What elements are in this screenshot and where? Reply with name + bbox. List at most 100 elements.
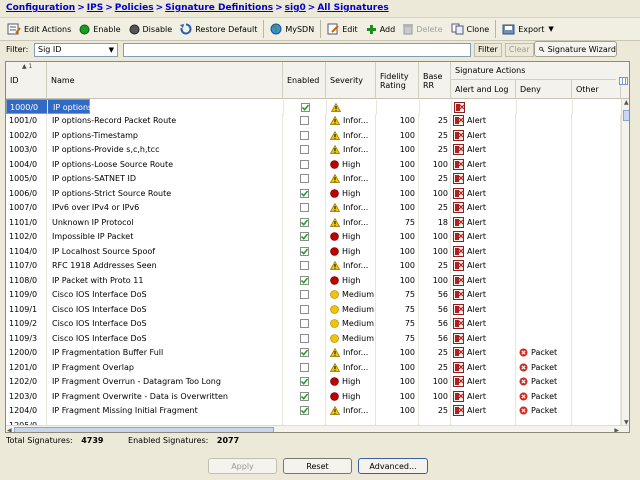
table-row[interactable]: 1000/0 IP options-Bad Option List Infor...… bbox=[6, 99, 573, 115]
column-enabled[interactable]: Enabled bbox=[283, 62, 326, 99]
horizontal-scroll-thumb[interactable] bbox=[14, 427, 274, 432]
enabled-checkbox[interactable] bbox=[299, 391, 309, 401]
enabled-checkbox[interactable] bbox=[299, 319, 309, 329]
column-base-rr[interactable]: Base RR bbox=[419, 62, 451, 99]
table-row[interactable]: 1200/0 IP Fragmentation Buffer Full Infor.… bbox=[6, 345, 621, 360]
table-row[interactable]: 1002/0 IP options-Timestamp Infor... 100 25 A… bbox=[6, 128, 621, 143]
breadcrumb-item[interactable]: IPS bbox=[87, 3, 103, 13]
table-row[interactable]: 1203/0 IP Fragment Overwrite - Data is Ov… bbox=[6, 389, 621, 404]
scroll-right-icon[interactable]: ▶ bbox=[614, 427, 619, 432]
column-chooser-icon[interactable] bbox=[619, 77, 628, 85]
edit-button[interactable]: Edit bbox=[323, 19, 362, 39]
column-alert-log[interactable]: Alert and Log bbox=[451, 80, 516, 99]
edit-actions-button[interactable]: Edit Actions bbox=[3, 19, 75, 39]
enabled-checkbox[interactable] bbox=[299, 333, 309, 343]
breadcrumb-item[interactable]: sig0 bbox=[285, 3, 306, 13]
filter-input[interactable] bbox=[123, 42, 471, 57]
table-row[interactable]: 1001/0 IP options-Record Packet Route Info… bbox=[6, 113, 621, 128]
filter-button[interactable]: Filter bbox=[474, 42, 502, 57]
table-row[interactable]: 1108/0 IP Packet with Proto 11 High 100 100 A… bbox=[6, 273, 621, 288]
table-row[interactable]: 1004/0 IP options-Loose Source Route High 1… bbox=[6, 157, 621, 172]
cell-fidelity: 100 bbox=[376, 142, 419, 157]
column-severity[interactable]: Severity bbox=[326, 62, 376, 99]
enabled-checkbox[interactable] bbox=[299, 304, 309, 314]
clear-button[interactable]: Clear bbox=[504, 42, 534, 57]
enabled-checkbox[interactable] bbox=[299, 116, 309, 126]
breadcrumb-item[interactable]: All Signatures bbox=[317, 3, 388, 13]
enable-button[interactable]: Enable bbox=[75, 19, 124, 39]
apply-button[interactable]: Apply bbox=[208, 458, 277, 474]
enabled-checkbox[interactable] bbox=[299, 174, 309, 184]
column-deny[interactable]: Deny bbox=[516, 80, 572, 99]
cell-enabled bbox=[283, 403, 326, 418]
cell-name: IP Fragment Overrun - Datagram Too Long bbox=[47, 374, 283, 389]
export-button[interactable]: Export ▼ bbox=[498, 19, 558, 39]
alert-icon bbox=[453, 361, 464, 373]
filter-field-select[interactable]: Sig ID ▼ bbox=[34, 42, 118, 57]
column-other[interactable]: Other bbox=[572, 80, 621, 99]
restore-default-button[interactable]: Restore Default bbox=[176, 19, 261, 39]
medium-severity-icon bbox=[330, 290, 339, 300]
table-row[interactable]: 1107/0 RFC 1918 Addresses Seen Infor... 100… bbox=[6, 258, 621, 273]
enabled-checkbox[interactable] bbox=[299, 145, 309, 155]
table-row[interactable]: 1109/1 Cisco IOS Interface DoS Medium 75 56 A… bbox=[6, 302, 621, 317]
enabled-checkbox[interactable] bbox=[300, 102, 310, 112]
table-row[interactable]: 1006/0 IP options-Strict Source Route High… bbox=[6, 186, 621, 201]
advanced-button[interactable]: Advanced... bbox=[358, 458, 428, 474]
scroll-left-icon[interactable]: ◀ bbox=[7, 427, 12, 432]
alert-label: Alert bbox=[467, 290, 487, 300]
enabled-checkbox[interactable] bbox=[299, 203, 309, 213]
table-row[interactable]: 1202/0 IP Fragment Overrun - Datagram Too… bbox=[6, 374, 621, 389]
enabled-checkbox[interactable] bbox=[299, 406, 309, 416]
table-row[interactable]: 1007/0 IPv6 over IPv4 or IPv6 Infor... 100 2… bbox=[6, 200, 621, 215]
column-fidelity[interactable]: Fidelity Rating bbox=[376, 62, 419, 99]
chevron-down-icon: ▼ bbox=[548, 25, 554, 33]
enabled-checkbox[interactable] bbox=[299, 130, 309, 140]
table-row[interactable]: 1109/0 Cisco IOS Interface DoS Medium 75 56 A… bbox=[6, 287, 621, 302]
cell-other bbox=[572, 128, 621, 143]
table-row[interactable]: 1201/0 IP Fragment Overlap Infor... 100 25 Al… bbox=[6, 360, 621, 375]
cell-severity: Infor... bbox=[326, 171, 376, 186]
enabled-checkbox[interactable] bbox=[299, 377, 309, 387]
breadcrumb-item[interactable]: Signature Definitions bbox=[165, 3, 273, 13]
column-name[interactable]: Name bbox=[47, 62, 283, 99]
reset-button[interactable]: Reset bbox=[283, 458, 352, 474]
enabled-checkbox[interactable] bbox=[299, 246, 309, 256]
enabled-checkbox[interactable] bbox=[299, 275, 309, 285]
enabled-checkbox[interactable] bbox=[299, 159, 309, 169]
column-id[interactable]: ID bbox=[6, 62, 47, 99]
cell-enabled bbox=[283, 389, 326, 404]
signature-wizard-button[interactable]: Signature Wizard bbox=[534, 41, 617, 57]
table-row[interactable]: 1204/0 IP Fragment Missing Initial Fragme… bbox=[6, 403, 621, 418]
breadcrumb-item[interactable]: Configuration bbox=[6, 3, 75, 13]
vertical-scrollbar[interactable]: ▲ ▼ bbox=[621, 99, 629, 426]
enabled-checkbox[interactable] bbox=[299, 290, 309, 300]
disable-button[interactable]: Disable bbox=[125, 19, 177, 39]
cell-base-rr: 56 bbox=[419, 316, 451, 331]
column-enabled-label: Enabled bbox=[287, 76, 320, 85]
table-row[interactable]: 1005/0 IP options-SATNET ID Infor... 100 25 A… bbox=[6, 171, 621, 186]
enabled-checkbox[interactable] bbox=[299, 261, 309, 271]
table-row[interactable]: 1101/0 Unknown IP Protocol Infor... 75 18 Ale… bbox=[6, 215, 621, 230]
table-row[interactable]: 1109/2 Cisco IOS Interface DoS Medium 75 56 A… bbox=[6, 316, 621, 331]
table-row[interactable]: 1003/0 IP options-Provide s,c,h,tcc Infor.… bbox=[6, 142, 621, 157]
table-row[interactable]: 1109/3 Cisco IOS Interface DoS Medium 75 56 A… bbox=[6, 331, 621, 346]
table-row[interactable]: 1104/0 IP Localhost Source Spoof High 100 10… bbox=[6, 244, 621, 259]
add-button[interactable]: Add bbox=[362, 19, 400, 39]
table-row[interactable]: 1102/0 Impossible IP Packet High 100 100 Aler… bbox=[6, 229, 621, 244]
breadcrumb-item[interactable]: Policies bbox=[115, 3, 154, 13]
horizontal-scrollbar[interactable]: ◀ ▶ bbox=[6, 425, 629, 432]
clone-button[interactable]: Clone bbox=[447, 19, 494, 39]
enabled-checkbox[interactable] bbox=[299, 232, 309, 242]
enabled-checkbox[interactable] bbox=[299, 188, 309, 198]
enabled-checkbox[interactable] bbox=[299, 362, 309, 372]
cell-alert-log: Alert bbox=[452, 100, 517, 115]
delete-button[interactable]: Delete bbox=[399, 19, 446, 39]
scroll-up-icon[interactable]: ▲ bbox=[624, 99, 629, 106]
vertical-scroll-thumb[interactable] bbox=[623, 110, 629, 121]
enabled-checkbox[interactable] bbox=[299, 217, 309, 227]
mysdn-button[interactable]: MySDN bbox=[266, 19, 318, 39]
cell-deny bbox=[516, 258, 572, 273]
enabled-checkbox[interactable] bbox=[299, 348, 309, 358]
cell-id: 1004/0 bbox=[6, 157, 47, 172]
